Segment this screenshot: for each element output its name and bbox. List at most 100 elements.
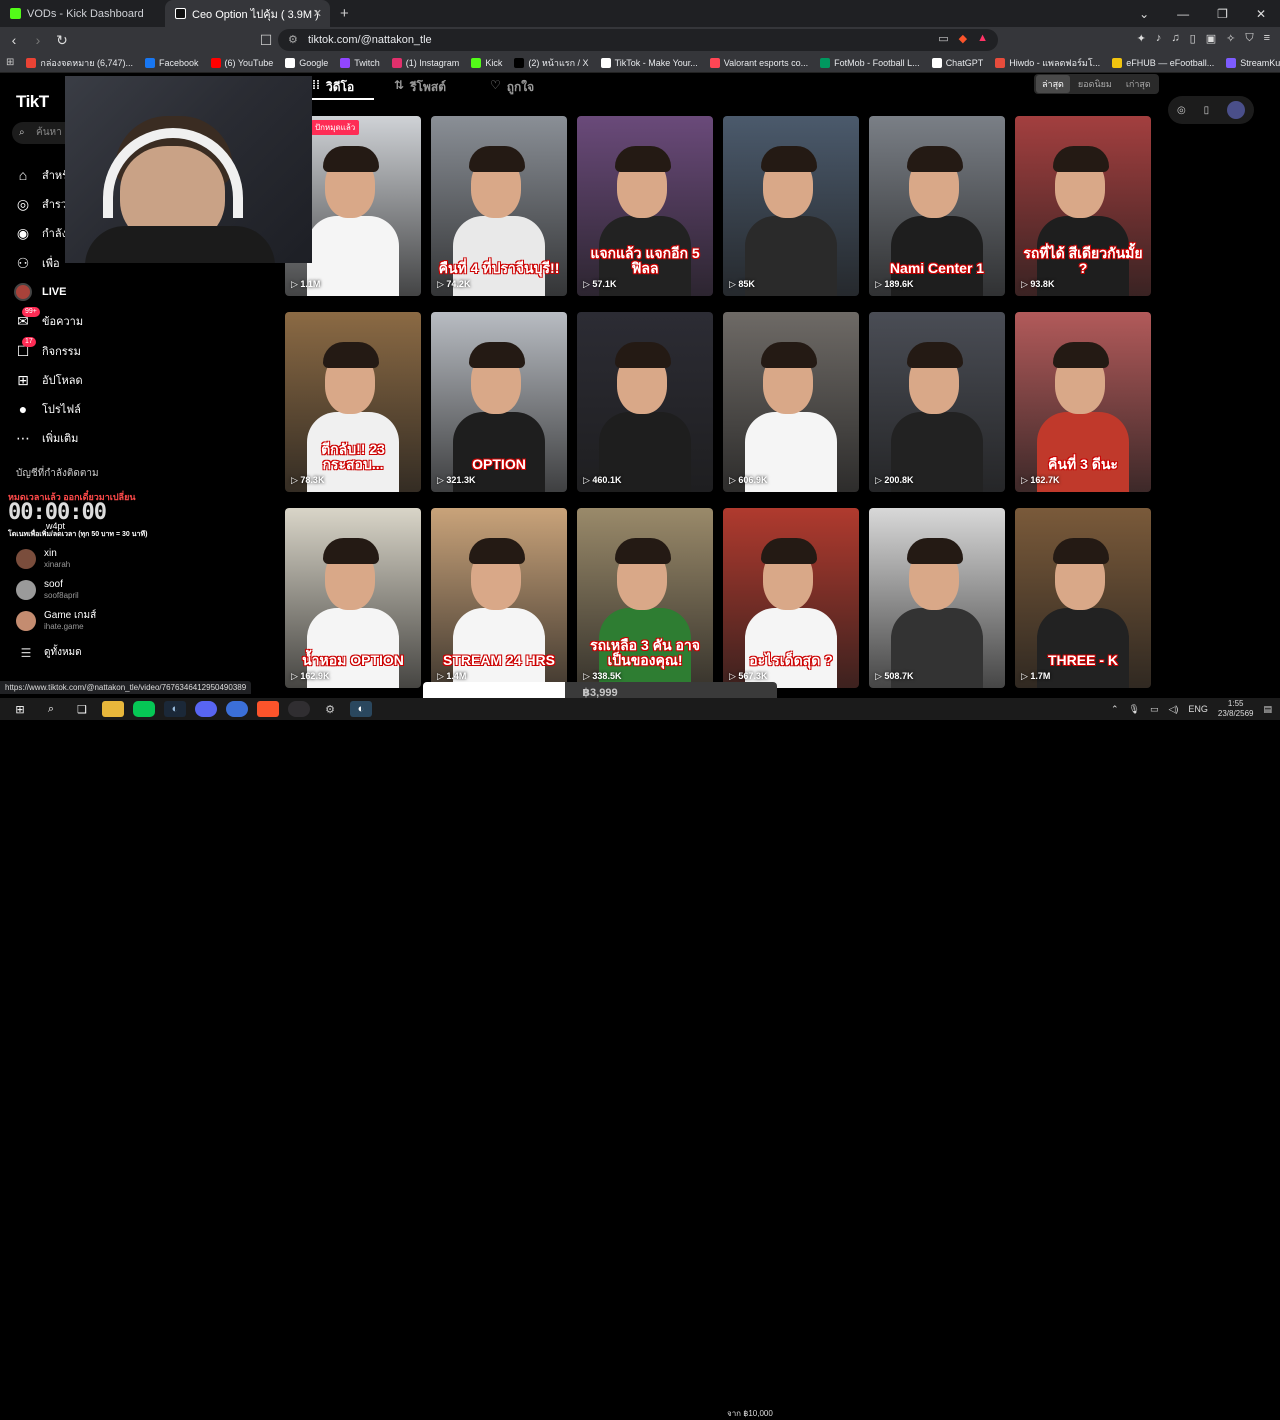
sidebar-item-profile[interactable]: ● โปรไฟล์: [14, 400, 81, 418]
discord-icon[interactable]: [195, 701, 217, 717]
forward-icon[interactable]: ›: [28, 32, 48, 48]
search-icon[interactable]: ⌕: [40, 701, 62, 717]
sort-popular[interactable]: ยอดนิยม: [1072, 75, 1118, 93]
bookmark-item[interactable]: Google: [285, 57, 328, 68]
notification-icon[interactable]: ▤: [1263, 704, 1272, 715]
video-thumbnail[interactable]: น้ำหอม OPTION ▷ 162.9K: [285, 508, 421, 688]
task-view-icon[interactable]: ❑: [71, 701, 93, 717]
bookmark-item[interactable]: (6) YouTube: [210, 57, 273, 68]
mic-icon[interactable]: 🎙: [1129, 704, 1140, 715]
bookmark-item[interactable]: Facebook: [144, 57, 199, 68]
brave-rewards-icon[interactable]: ▲: [977, 32, 988, 45]
video-thumbnail[interactable]: คืนที่ 3 ดีนะ ▷ 162.7K: [1015, 312, 1151, 492]
video-thumbnail[interactable]: THREE - K ▷ 1.7M: [1015, 508, 1151, 688]
tab-tiktok-profile[interactable]: Ceo Option ไปคุ้ม ( 3.9M ) (@natt ✕: [165, 0, 330, 27]
bookmark-item[interactable]: Twitch: [340, 57, 380, 68]
close-tab-icon[interactable]: ✕: [313, 7, 322, 20]
video-thumbnail[interactable]: คืนที่ 4 ที่ปราจีนบุรี!! ▷ 74.2K: [431, 116, 567, 296]
sidebar-item-message[interactable]: ✉ 99+ ข้อความ: [14, 306, 83, 330]
sort-latest[interactable]: ล่าสุด: [1036, 75, 1070, 93]
sidebar-item-home[interactable]: ⌂ สำหรั: [14, 166, 68, 184]
video-thumbnail[interactable]: ▷ 200.8K: [869, 312, 1005, 492]
video-thumbnail[interactable]: อะไรเด็ดสุด ? ▷ 567.3K: [723, 508, 859, 688]
windows-start-icon[interactable]: ⊞: [9, 701, 31, 717]
tab-reposts[interactable]: ⇅ รีโพสต์: [394, 78, 446, 97]
sort-oldest[interactable]: เก่าสุด: [1120, 75, 1157, 93]
steam-client-icon[interactable]: ◐: [350, 701, 372, 717]
tiktok-logo[interactable]: TikT: [16, 92, 49, 112]
video-thumbnail[interactable]: ▷ 85K: [723, 116, 859, 296]
sidebar-item-compass[interactable]: ◎ สำรว: [14, 195, 67, 213]
bookmark-item[interactable]: eFHUB — eFootball...: [1112, 57, 1214, 68]
see-all-link[interactable]: ☰ ดูทั้งหมด: [16, 646, 82, 660]
tab-liked[interactable]: ♡ ถูกใจ: [490, 78, 534, 97]
following-item[interactable]: xin xinarah: [16, 548, 70, 570]
video-thumbnail[interactable]: รถที่ได้ สีเดียวกันมั้ย ? ▷ 93.8K: [1015, 116, 1151, 296]
compass-icon[interactable]: ◎: [1177, 105, 1186, 116]
reload-icon[interactable]: ↻: [52, 32, 72, 49]
bookmark-item[interactable]: TikTok - Make Your...: [600, 57, 698, 68]
bookmark-item[interactable]: ChatGPT: [931, 57, 983, 68]
leo-icon[interactable]: ✧: [1226, 32, 1235, 45]
line-icon[interactable]: [133, 701, 155, 717]
brave-shield-icon[interactable]: ◆: [959, 32, 967, 45]
user-avatar[interactable]: [1227, 101, 1246, 119]
following-item[interactable]: Game เกมส์ ihate.game: [16, 610, 96, 632]
video-thumbnail[interactable]: รถเหลือ 3 คัน อาจเป็นของคุณ! ▷ 338.5K: [577, 508, 713, 688]
bookmark-item[interactable]: Kick: [471, 57, 502, 68]
minimize-icon[interactable]: —: [1177, 7, 1189, 21]
address-bar[interactable]: ⚙ tiktok.com/@nattakon_tle ▭ ◆ ▲: [278, 29, 998, 51]
tab-search-icon[interactable]: ⌄: [1139, 7, 1149, 21]
sidebar-item-friends[interactable]: ⚇ เพื่อ: [14, 254, 60, 272]
new-tab-button[interactable]: +: [340, 5, 349, 22]
device-icon[interactable]: ▯: [1204, 105, 1210, 116]
bookmark-item[interactable]: StreamKub | บัญชีติด...: [1226, 56, 1280, 70]
sidebar-item-live[interactable]: LIVE: [14, 283, 66, 301]
video-thumbnail[interactable]: ▷ 508.7K: [869, 508, 1005, 688]
sidebar-icon[interactable]: ▯: [1190, 32, 1196, 45]
wallet-icon[interactable]: ▣: [1206, 32, 1216, 45]
tab-videos[interactable]: ⁞⁞ วิดีโอ: [312, 78, 354, 97]
video-thumbnail[interactable]: Nami Center 1 ▷ 189.6K: [869, 116, 1005, 296]
file-explorer-icon[interactable]: [102, 701, 124, 717]
apps-icon[interactable]: ⊞: [6, 57, 14, 68]
language-indicator[interactable]: ENG: [1188, 704, 1208, 714]
media-icon[interactable]: ♫: [1171, 32, 1179, 45]
video-thumbnail[interactable]: OPTION ▷ 321.3K: [431, 312, 567, 492]
bookmark-item[interactable]: Hiwdo - แพลตฟอร์มโ...: [995, 56, 1100, 70]
volume-icon[interactable]: ◁): [1168, 704, 1178, 715]
video-thumbnail[interactable]: STREAM 24 HRS ▷ 1.4M: [431, 508, 567, 688]
obs-icon[interactable]: [288, 701, 310, 717]
bookmark-item[interactable]: (1) Instagram: [391, 57, 459, 68]
site-info-icon[interactable]: ⚙: [288, 33, 298, 46]
music-icon[interactable]: ♪: [1156, 32, 1162, 45]
sidebar-item-upload[interactable]: ⊞ อัปโหลด: [14, 371, 83, 389]
extensions-icon[interactable]: ✦: [1137, 32, 1146, 45]
sidebar-item-activity[interactable]: ☐ 17 กิจกรรม: [14, 336, 81, 360]
video-thumbnail[interactable]: ▷ 606.9K: [723, 312, 859, 492]
chevron-up-icon[interactable]: ⌃: [1111, 704, 1119, 715]
video-thumbnail[interactable]: ตีกลับ!! 23 กระสอบ... ▷ 78.3K: [285, 312, 421, 492]
sidebar-item-following[interactable]: ◉ กำลัง: [14, 224, 67, 242]
cast-icon[interactable]: ▭: [938, 32, 948, 45]
bookmark-item[interactable]: (2) หน้าแรก / X: [514, 56, 589, 70]
bookmark-item[interactable]: FotMob - Football L...: [820, 57, 920, 68]
network-icon[interactable]: ▭: [1150, 704, 1159, 715]
video-thumbnail[interactable]: แจกแล้ว แจกอีก 5 ฟิลล ▷ 57.1K: [577, 116, 713, 296]
vpn-icon[interactable]: ⛉: [1245, 32, 1253, 45]
app-icon[interactable]: [226, 701, 248, 717]
bookmark-icon[interactable]: ☐: [256, 32, 276, 49]
back-icon[interactable]: ‹: [4, 32, 24, 48]
tab-kick-dashboard[interactable]: VODs - Kick Dashboard: [0, 0, 165, 27]
restore-icon[interactable]: ❐: [1217, 7, 1228, 21]
bookmark-item[interactable]: Valorant esports co...: [709, 57, 808, 68]
video-thumbnail[interactable]: ▷ 460.1K: [577, 312, 713, 492]
brave-icon[interactable]: [257, 701, 279, 717]
clock[interactable]: 1:55 23/8/2569: [1218, 699, 1254, 719]
sidebar-item-more[interactable]: ⋯ เพิ่มเติม: [14, 429, 78, 447]
settings-icon[interactable]: ⚙: [319, 701, 341, 717]
bookmark-item[interactable]: กล่องจดหมาย (6,747)...: [26, 56, 133, 70]
menu-icon[interactable]: ≡: [1264, 32, 1270, 45]
close-window-icon[interactable]: ✕: [1256, 7, 1266, 21]
steam-icon[interactable]: ◐: [164, 701, 186, 717]
